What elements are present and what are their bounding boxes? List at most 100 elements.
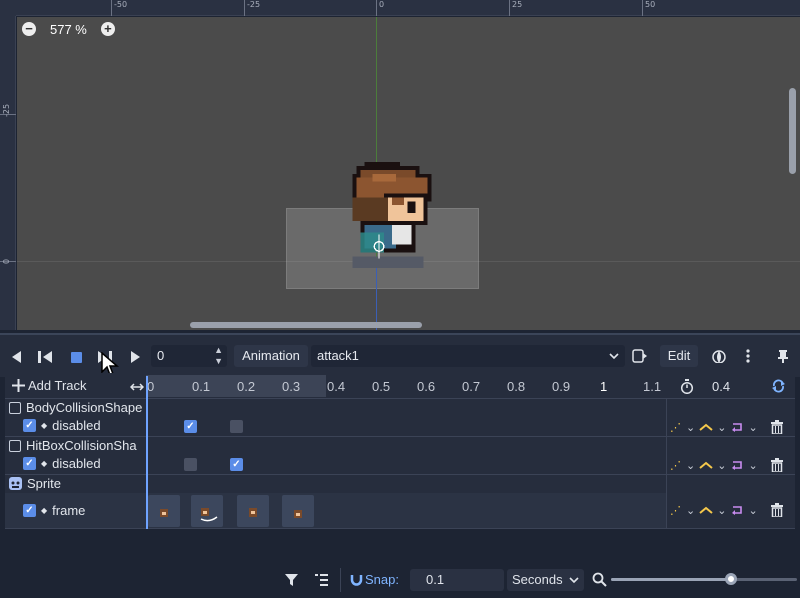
track-key-icon: ◆ [41,506,48,515]
timeline-bottom-bar [0,565,800,598]
track-row[interactable]: ✓ ◆ disabled [23,456,101,471]
edit-menu-button[interactable]: Edit [660,345,698,367]
sprite-node-icon [9,477,22,490]
time-ruler[interactable] [146,375,666,397]
chevron-down-icon[interactable]: ⌄ [748,504,757,517]
track-node-name: HitBoxCollisionSha [26,438,137,453]
add-track-label: Add Track [28,378,87,393]
trash-icon[interactable] [770,503,784,517]
track-row[interactable]: ✓ ◆ frame [23,503,85,518]
loop-icon[interactable] [771,379,786,393]
tick-label: 1.1 [643,379,662,394]
tick-label: 0.8 [507,379,526,394]
zoom-icon [592,572,607,587]
update-mode-icon[interactable]: ⋰ [670,459,682,472]
group-tracks-icon[interactable] [315,574,328,586]
chevron-down-icon[interactable]: ⌄ [686,421,695,434]
filter-icon[interactable] [285,574,298,586]
character-sprite[interactable] [344,162,440,272]
snap-value-field[interactable]: 0.1 [410,569,504,591]
chevron-down-icon[interactable]: ⌄ [717,459,726,472]
pin-button[interactable] [773,345,793,367]
keyframe-unchecked[interactable] [184,458,197,471]
spinner-arrows-icon[interactable]: ▲ ▼ [214,345,223,367]
chevron-down-icon[interactable]: ⌄ [717,421,726,434]
tick-label: 1 [600,379,608,394]
pin-icon [778,350,788,363]
zoom-controls: − 577 % + [22,20,115,38]
tick-label: 0.9 [552,379,571,394]
frame-keyframe-thumbnail[interactable] [191,495,223,527]
track-width-handle-icon[interactable] [130,383,144,391]
zoom-in-icon[interactable]: + [100,22,115,36]
animation-length-field[interactable]: 0.4 [712,379,730,394]
frame-position-value: 0 [157,348,165,363]
autoplay-button[interactable] [629,345,651,367]
track-separator [5,528,795,529]
keyframe-checked[interactable]: ✓ [230,458,243,471]
track-key-icon: ◆ [41,421,48,430]
track-group-header[interactable]: Sprite [9,476,61,491]
track-row[interactable]: ✓ ◆ disabled [23,418,101,433]
loop-wrap-icon[interactable] [730,505,744,515]
interpolation-icon[interactable] [699,423,713,431]
frame-keyframe-thumbnail[interactable] [237,495,269,527]
trash-icon[interactable] [770,420,784,434]
kebab-menu-icon [746,349,750,363]
divider [340,568,341,592]
track-controls: ⋰ ⌄ ⌄ ⌄ [670,420,784,434]
tick-label: 0.5 [372,379,391,394]
more-options-button[interactable] [738,345,758,367]
tick-label: 0.4 [327,379,346,394]
keyframe-unchecked[interactable] [230,420,243,433]
collision-shape-icon [9,401,21,414]
stopwatch-icon [680,379,694,394]
horizontal-scrollbar[interactable] [190,322,422,328]
animation-select[interactable]: attack1 [311,345,625,367]
frame-keyframe-thumbnail[interactable] [148,495,180,527]
tick-label: 0.3 [282,379,301,394]
track-property-name: disabled [52,456,101,471]
loop-wrap-icon[interactable] [730,460,744,470]
interpolation-icon[interactable] [699,506,713,514]
track-group-header[interactable]: HitBoxCollisionSha [9,438,137,453]
track-enabled-checkbox[interactable]: ✓ [23,419,36,432]
update-mode-icon[interactable]: ⋰ [670,504,682,517]
chevron-down-icon[interactable]: ⌄ [686,459,695,472]
snap-toggle[interactable]: Snap: [350,572,399,587]
snap-unit-label: Seconds [512,572,563,587]
snap-label: Snap: [365,572,399,587]
track-enabled-checkbox[interactable]: ✓ [23,457,36,470]
tick-label: 0.1 [192,379,211,394]
ruler-label: -25 [2,103,11,117]
onion-skin-button[interactable] [708,345,730,367]
frame-keyframe-thumbnail[interactable] [282,495,314,527]
snap-unit-select[interactable]: Seconds [507,569,584,591]
onion-skin-icon [712,350,726,363]
track-enabled-checkbox[interactable]: ✓ [23,504,36,517]
play-backwards-from-end-icon [38,351,52,363]
track-group-header[interactable]: BodyCollisionShape [9,400,142,415]
chevron-down-icon[interactable]: ⌄ [686,504,695,517]
animation-label: Animation [234,345,308,367]
tick-label: 0.7 [462,379,481,394]
frame-position-field[interactable]: 0 ▲ ▼ [151,345,227,367]
slider-handle[interactable] [725,573,737,585]
chevron-down-icon[interactable]: ⌄ [748,459,757,472]
add-track-button[interactable]: Add Track [12,378,87,393]
loop-wrap-icon[interactable] [730,422,744,432]
keyframe-checked[interactable]: ✓ [184,420,197,433]
autoplay-icon [632,349,647,363]
track-separator [5,436,795,437]
chevron-down-icon[interactable]: ⌄ [748,421,757,434]
magnet-icon [350,575,363,586]
chevron-down-icon[interactable]: ⌄ [717,504,726,517]
vertical-scrollbar[interactable] [789,88,796,174]
trash-icon[interactable] [770,458,784,472]
interpolation-icon[interactable] [699,461,713,469]
track-key-icon: ◆ [41,459,48,468]
playhead[interactable] [146,376,148,529]
timeline-zoom-slider-fill [611,578,731,581]
update-mode-icon[interactable]: ⋰ [670,421,682,434]
zoom-out-icon[interactable]: − [22,22,36,36]
